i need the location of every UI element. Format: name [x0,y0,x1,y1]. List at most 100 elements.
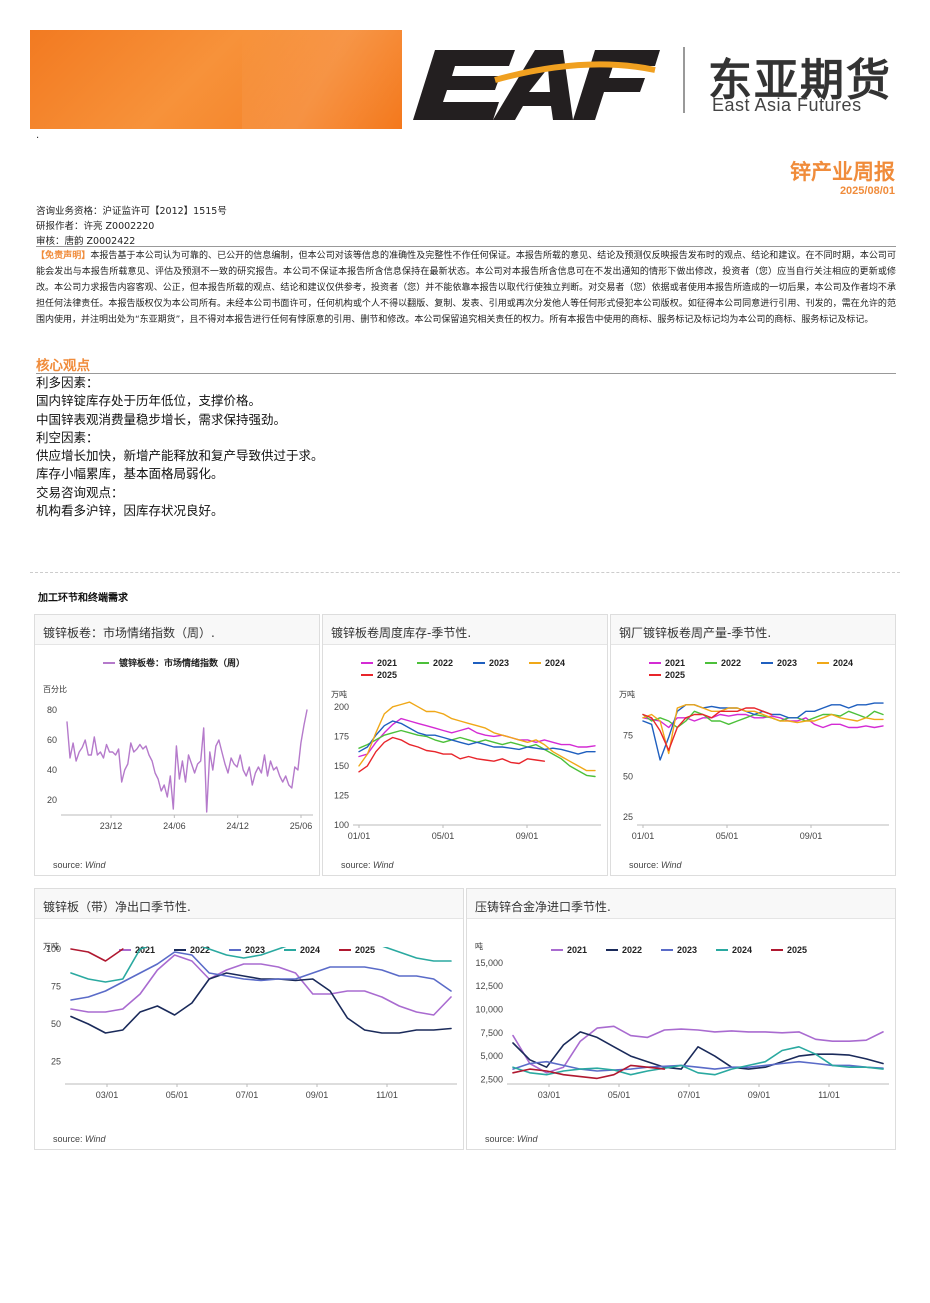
y-tick-label: 80 [47,705,57,715]
y-tick-label: 125 [334,790,349,800]
legend-label: 2025 [355,945,375,955]
y-tick-label: 150 [334,761,349,771]
chart-title: 钢厂镀锌板卷周产量-季节性. [619,626,772,640]
reviewer-line: 审核：唐韵 Z0002422 [36,236,136,247]
logo-divider [683,47,685,113]
y-axis-label: 万吨 [619,689,635,699]
y-tick-label: 60 [47,735,57,745]
company-name-en: East Asia Futures [712,95,862,115]
chart-panel-net-import: 压铸锌合金净进口季节性. 吨 2,500 5,000 7,500 10,000 12,50… [466,888,896,1150]
series-line-2025 [70,948,124,962]
legend-label: 2024 [545,658,565,668]
source-name: Wind [85,1134,106,1144]
source-label: source: [629,860,659,870]
core-line: 利多因素： [36,375,99,390]
legend-label: 2021 [567,945,587,955]
y-tick-label: 100 [46,944,61,954]
legend-label: 2022 [721,658,741,668]
series-line-2025 [358,736,546,773]
legend-label: 2024 [833,658,853,668]
y-tick-label: 7,500 [480,1028,503,1038]
y-tick-label: 50 [51,1019,61,1029]
x-tick-label: 24/12 [226,821,249,831]
disclaimer: 【免责声明】本报告基于本公司认为可靠的、已公开的信息编制，但本公司对该等信息的准… [36,248,896,328]
chart-source: source: Wind [485,1134,537,1144]
chart-panel-inventory: 镀锌板卷周度库存-季节性. 万吨 100 125 150 175 200 01/01 05/0… [322,614,608,876]
y-tick-label: 2,500 [480,1074,503,1084]
y-axis-label: 吨 [475,941,483,951]
report-date: 2025/08/01 [839,185,895,197]
y-tick-label: 20 [47,795,57,805]
legend-label: 2025 [665,670,685,680]
source-label: source: [53,860,83,870]
chart-panel-sentiment: 镀锌板卷：市场情绪指数（周）. 百分比 20 40 60 80 23/12 24/06 24/… [34,614,320,876]
x-tick-label: 03/01 [96,1090,119,1100]
chart-svg: 万吨 25 50 75 01/01 05/01 09/01 2021 2022 2023 2024 2… [619,658,889,841]
chart-svg: 万吨 100 125 150 175 200 01/01 05/01 09/01 2021 2022… [331,658,601,841]
chart-svg: 万吨25507510003/01 05/01 07/01 09/01 11/012021… [43,941,457,1100]
legend-label: 镀锌板卷：市场情绪指数（周） [119,657,245,668]
source-name: Wind [373,860,394,870]
legend-label: 2023 [677,945,697,955]
y-tick-label: 5,000 [480,1051,503,1061]
y-tick-label: 75 [623,731,633,741]
header-banner [30,30,402,129]
eaf-logo-mark [413,50,660,120]
core-view-body: 利多因素： 国内锌锭库存处于历年低位，支撑价格。 中国锌表观消费量稳步增长，需求… [36,374,324,520]
core-line: 交易咨询观点： [36,484,124,500]
x-tick-label: 11/01 [376,1090,398,1100]
x-tick-label: 23/12 [100,821,123,831]
header-dot: . [36,130,40,141]
series-group [66,709,308,813]
core-line: 机构看多沪锌，因库存状况良好。 [36,503,224,519]
y-tick-label: 12,500 [475,981,503,991]
y-axis-label: 百分比 [43,684,67,694]
y-tick-label: 15,000 [475,958,503,968]
chart-title: 镀锌板（带）净出口季节性. [43,900,191,914]
series-group [642,702,884,761]
x-tick-label: 01/01 [632,831,655,841]
x-tick-label: 07/01 [678,1090,701,1100]
legend-label: 2022 [190,945,210,955]
series-group [512,1025,884,1080]
legend-label: 2022 [433,658,453,668]
source-label: source: [53,1134,83,1144]
meta-rule [36,246,896,247]
chart-source: source: Wind [629,860,681,870]
source-label: source: [341,860,371,870]
y-tick-label: 175 [334,731,349,741]
core-line: 库存小幅累库，基本面格局弱化。 [36,466,224,482]
core-view-title: 核心观点 [36,358,90,374]
series-line-2021 [70,954,452,1016]
legend-label: 2023 [245,945,265,955]
legend-label: 2024 [300,945,320,955]
x-tick-label: 05/01 [716,831,739,841]
legend-label: 2022 [622,945,642,955]
x-tick-label: 11/01 [818,1090,840,1100]
banner-stripe [242,30,402,129]
series-line-2023 [70,951,452,1001]
legend-label: 2021 [377,658,397,668]
chart-panel-net-export: 镀锌板（带）净出口季节性. 万吨 25 50 75 100 03/01 05/01 07/01… [34,888,464,1150]
chart-source: source: Wind [53,860,105,870]
x-tick-label: 24/06 [163,821,186,831]
y-tick-label: 10,000 [475,1005,503,1015]
legend-label: 2025 [377,670,397,680]
series-group [358,701,596,778]
legend-label: 2025 [787,945,807,955]
y-tick-label: 40 [47,765,57,775]
section-label: 加工环节和终端需求 [38,593,128,604]
source-name: Wind [517,1134,538,1144]
series-line-2024 [358,701,596,772]
legend-label: 2023 [489,658,509,668]
x-tick-label: 09/01 [748,1090,771,1100]
series-line-2023 [512,1060,884,1072]
y-tick-label: 100 [334,820,349,830]
y-axis-label: 万吨 [331,689,347,699]
series-line-2022 [512,1031,884,1070]
legend-label: 2024 [732,945,752,955]
x-tick-label: 05/01 [608,1090,631,1100]
x-tick-label: 25/06 [290,821,313,831]
y-tick-label: 200 [334,702,349,712]
chart-svg: 吨 2,500 5,000 7,500 10,000 12,500 15,000 03/01 0… [475,941,889,1100]
